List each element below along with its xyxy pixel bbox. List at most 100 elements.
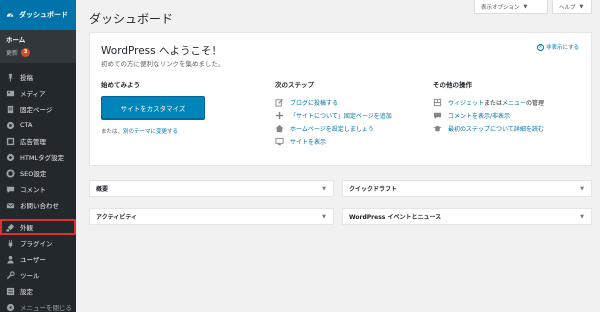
sidebar-item-html[interactable]: HTMLタグ設定 [0,149,76,165]
comment-icon [6,185,15,194]
plus-icon [275,111,284,120]
learn-icon [433,124,442,133]
screen-options-button[interactable]: 表示オプション ▼ [474,0,548,14]
sidebar-item-label: ツール [20,272,40,280]
media-icon [6,89,15,98]
sidebar-item-label: HTMLタグ設定 [20,154,65,162]
welcome-title: WordPress へようこそ！ [101,45,222,57]
quick-draft-widget[interactable]: クイックドラフト ▼ [342,180,592,197]
widgets-link[interactable]: ウィジェット [448,98,484,107]
more-action-item: 最初のステップについて詳細を読む [433,122,544,135]
collapse-icon [6,303,15,312]
close-icon: ✕ [536,43,544,51]
user-icon [6,255,15,264]
learn-more-link[interactable]: 最初のステップについて詳細を読む [448,124,544,133]
sidebar-item-label: メニューを閉じる [20,304,72,312]
overview-widget[interactable]: 概要 ▼ [89,180,334,197]
admin-sidebar: ダッシュボード ホーム 更新 3 投稿 メディア 固定ページ CTA 広告管理 … [0,0,76,312]
page-icon [6,105,15,114]
sidebar-item-appearance[interactable]: 外観 [0,219,76,235]
or-text: または、 [101,129,124,135]
change-theme-line: または、別のテーマに変更する [101,127,205,135]
widget-title: アクティビティ [96,214,137,221]
more-action-item: ウィジェット または メニュー の管理 [433,96,544,109]
menus-link[interactable]: メニュー [502,98,526,107]
sidebar-item-ads[interactable]: 広告管理 [0,133,76,149]
toggle-arrow-icon[interactable]: ▼ [322,214,326,220]
manage-text: の管理 [526,100,545,107]
sidebar-item-posts[interactable]: 投稿 [0,69,76,85]
sidebar-item-dashboard[interactable]: ダッシュボード [0,0,76,30]
sidebar-item-label: メディア [20,90,46,98]
widget-title: 概要 [96,186,109,193]
pin-icon [6,73,15,82]
welcome-description: 初めての方に便利なリンクを集めました。 [101,60,225,68]
toggle-comments-link[interactable]: コメントを表示/非表示 [448,111,510,120]
events-news-widget[interactable]: WordPress イベントとニュース ▼ [342,208,592,225]
plugin-icon [6,239,15,248]
home-icon [275,124,284,133]
sidebar-item-contact[interactable]: お問い合わせ [0,197,76,213]
next-step-item: ブログに投稿する [275,96,392,109]
main-content: ダッシュボード 表示オプション ▼ ヘルプ ▼ WordPress へようこそ！… [76,0,600,312]
activity-widget[interactable]: アクティビティ ▼ [89,208,334,225]
sidebar-item-pages[interactable]: 固定ページ [0,101,76,117]
welcome-panel: WordPress へようこそ！ 初めての方に便利なリンクを集めました。 ✕ 非… [89,32,592,166]
sidebar-item-cta[interactable]: CTA [0,117,76,133]
dismiss-welcome-link[interactable]: ✕ 非表示にする [536,43,579,51]
customize-site-button[interactable]: サイトをカスタマイズ [101,96,205,119]
sidebar-item-seo[interactable]: SEO設定 [0,165,76,181]
more-actions-column: その他の操作 ウィジェット または メニュー の管理 コメントを表示/非表示 最初のス… [433,79,544,135]
next-step-item: 「サイトについて」固定ページを追加 [275,109,392,122]
toggle-arrow-icon[interactable]: ▼ [580,186,584,192]
page-title: ダッシュボード [89,12,174,26]
caret-down-icon: ▼ [579,3,584,10]
appearance-icon [6,223,15,232]
sidebar-item-updates[interactable]: 更新 3 [0,46,76,59]
add-about-page-link[interactable]: 「サイトについて」固定ページを追加 [290,111,392,120]
sidebar-item-users[interactable]: ユーザー [0,251,76,267]
sidebar-item-label: 広告管理 [20,138,46,146]
sidebar-item-label: 外観 [20,224,33,232]
ad-icon [6,137,15,146]
more-actions-heading: その他の操作 [433,81,472,89]
sidebar-item-label: 固定ページ [20,106,53,114]
sidebar-item-home[interactable]: ホーム [0,32,76,46]
cta-icon [6,121,15,130]
help-label: ヘルプ [559,4,576,11]
collapse-menu-button[interactable]: メニューを閉じる [0,299,76,312]
next-steps-heading: 次のステップ [275,81,314,89]
toggle-arrow-icon[interactable]: ▼ [580,214,584,220]
dismiss-label: 非表示にする [545,45,579,51]
toggle-arrow-icon[interactable]: ▼ [322,186,326,192]
updates-label: 更新 [6,50,19,57]
help-button[interactable]: ヘルプ ▼ [552,0,592,14]
edit-icon [275,98,284,107]
sidebar-item-tools[interactable]: ツール [0,267,76,283]
sidebar-item-label: 投稿 [20,74,33,82]
sidebar-item-comments[interactable]: コメント [0,181,76,197]
sidebar-submenu: ホーム 更新 3 [0,30,76,63]
html-icon [6,153,15,162]
settings-icon [6,287,15,296]
comments-icon [433,111,442,120]
update-count-badge: 3 [21,48,31,57]
change-theme-link[interactable]: 別のテーマに変更する [123,129,178,135]
sidebar-item-label: プラグイン [20,240,53,248]
sidebar-item-label: お問い合わせ [20,202,59,210]
sidebar-item-label: 設定 [20,288,33,296]
view-site-link[interactable]: サイトを表示 [290,137,326,146]
setup-homepage-link[interactable]: ホームページを設定しましょう [290,124,374,133]
sidebar-item-plugins[interactable]: プラグイン [0,235,76,251]
sidebar-item-label: SEO設定 [20,170,47,178]
more-action-item: コメントを表示/非表示 [433,109,544,122]
sidebar-item-media[interactable]: メディア [0,85,76,101]
dashboard-icon [6,11,14,19]
tool-icon [6,270,15,280]
write-post-link[interactable]: ブログに投稿する [290,98,338,107]
sidebar-item-settings[interactable]: 設定 [0,283,76,299]
sidebar-header-label: ダッシュボード [19,11,68,19]
caret-down-icon: ▼ [523,3,528,10]
next-step-item: ホームページを設定しましょう [275,122,392,135]
get-started-column: 始めてみよう サイトをカスタマイズ または、別のテーマに変更する [101,79,205,135]
